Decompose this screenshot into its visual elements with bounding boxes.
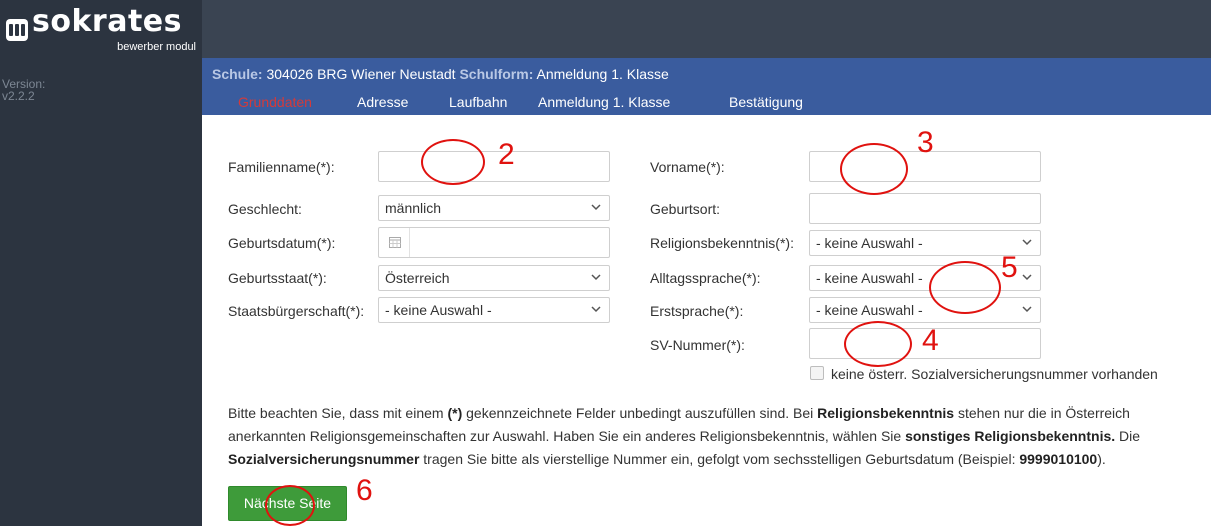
geburtsort-label: Geburtsort: xyxy=(650,201,721,217)
chevron-down-icon xyxy=(1022,274,1032,281)
staatsbuergerschaft-label: Staatsbürgerschaft(*): xyxy=(228,303,365,319)
calendar-icon[interactable] xyxy=(379,228,410,257)
chevron-down-icon xyxy=(1022,306,1032,313)
erstsprache-label: Erstsprache(*): xyxy=(650,303,744,319)
erstsprache-select[interactable]: - keine Auswahl - xyxy=(809,297,1041,323)
vorname-label: Vorname(*): xyxy=(650,159,725,175)
logo: sokrates bewerber modul xyxy=(0,0,202,58)
annotation-number-5: 5 xyxy=(1001,251,1018,284)
alltagssprache-label: Alltagssprache(*): xyxy=(650,270,761,286)
notice-bold: (*) xyxy=(447,405,463,421)
chevron-down-icon xyxy=(1022,239,1032,246)
tab-bestaetigung[interactable]: Bestätigung xyxy=(729,94,803,110)
version-info: Version: v2.2.2 xyxy=(2,78,45,102)
annotation-circle-6 xyxy=(265,485,315,526)
annotation-circle-3 xyxy=(840,143,908,195)
geburtsdatum-input[interactable] xyxy=(378,227,610,258)
school-info: Schule: 304026 BRG Wiener Neustadt Schul… xyxy=(212,66,669,82)
school-type-value: Anmeldung 1. Klasse xyxy=(536,66,669,82)
familienname-label: Familienname(*): xyxy=(228,159,335,175)
chevron-down-icon xyxy=(591,204,601,211)
geburtsstaat-select[interactable]: Österreich xyxy=(378,265,610,291)
tab-anmeldung[interactable]: Anmeldung 1. Klasse xyxy=(538,94,670,110)
notice-bold: Religionsbekenntnis xyxy=(817,405,955,421)
sidebar: Version: v2.2.2 xyxy=(0,58,202,526)
notice-text: tragen Sie bitte als vierstellige Nummer… xyxy=(419,451,1020,467)
notice-text: gekennzeichnete Felder unbedingt auszufü… xyxy=(462,405,818,421)
tab-laufbahn[interactable]: Laufbahn xyxy=(449,94,507,110)
religion-value: - keine Auswahl - xyxy=(816,235,923,251)
page-header: Schule: 304026 BRG Wiener Neustadt Schul… xyxy=(202,58,1211,115)
geschlecht-value: männlich xyxy=(385,200,442,216)
no-sv-checkbox-label: keine österr. Sozialversicherungsnummer … xyxy=(831,366,1158,382)
form-notice: Bitte beachten Sie, dass mit einem (*) g… xyxy=(228,402,1208,471)
annotation-circle-5 xyxy=(929,261,1001,314)
notice-bold: sonstiges Religionsbekenntnis. xyxy=(905,428,1116,444)
logo-icon xyxy=(6,19,28,41)
erstsprache-value: - keine Auswahl - xyxy=(816,302,923,318)
geschlecht-label: Geschlecht: xyxy=(228,201,302,217)
school-type-label: Schulform: xyxy=(459,66,534,82)
religion-label: Religionsbekenntnis(*): xyxy=(650,235,794,251)
annotation-number-6: 6 xyxy=(356,474,373,507)
no-sv-checkbox[interactable] xyxy=(810,366,824,380)
school-value: 304026 BRG Wiener Neustadt xyxy=(266,66,456,82)
tab-grunddaten[interactable]: Grunddaten xyxy=(238,94,312,110)
notice-text: Bitte beachten Sie, dass mit einem xyxy=(228,405,448,421)
staatsbuergerschaft-value: - keine Auswahl - xyxy=(385,302,492,318)
annotation-number-2: 2 xyxy=(498,138,515,171)
sv-nummer-label: SV-Nummer(*): xyxy=(650,337,745,353)
annotation-number-3: 3 xyxy=(917,126,934,159)
form-area: Familienname(*): Geschlecht: männlich Ge… xyxy=(202,115,1211,526)
familienname-input[interactable] xyxy=(378,151,610,182)
logo-subtitle: bewerber modul xyxy=(117,41,196,53)
geburtsort-input[interactable] xyxy=(809,193,1041,224)
tab-adresse[interactable]: Adresse xyxy=(357,94,408,110)
annotation-number-4: 4 xyxy=(922,324,939,357)
geburtsdatum-label: Geburtsdatum(*): xyxy=(228,235,336,251)
annotation-circle-2 xyxy=(421,139,485,185)
notice-text: Die xyxy=(1115,428,1141,444)
notice-bold: 9999010100 xyxy=(1019,451,1098,467)
geschlecht-select[interactable]: männlich xyxy=(378,195,610,221)
version-value: v2.2.2 xyxy=(2,89,35,103)
staatsbuergerschaft-select[interactable]: - keine Auswahl - xyxy=(378,297,610,323)
logo-text: sokrates xyxy=(32,4,183,39)
chevron-down-icon xyxy=(591,306,601,313)
notice-text: ). xyxy=(1097,451,1106,467)
school-label: Schule: xyxy=(212,66,263,82)
alltagssprache-value: - keine Auswahl - xyxy=(816,270,923,286)
annotation-circle-4 xyxy=(844,321,912,367)
geburtsstaat-value: Österreich xyxy=(385,270,450,286)
notice-bold: Sozialversicherungsnummer xyxy=(228,451,420,467)
geburtsstaat-label: Geburtsstaat(*): xyxy=(228,270,327,286)
chevron-down-icon xyxy=(591,274,601,281)
